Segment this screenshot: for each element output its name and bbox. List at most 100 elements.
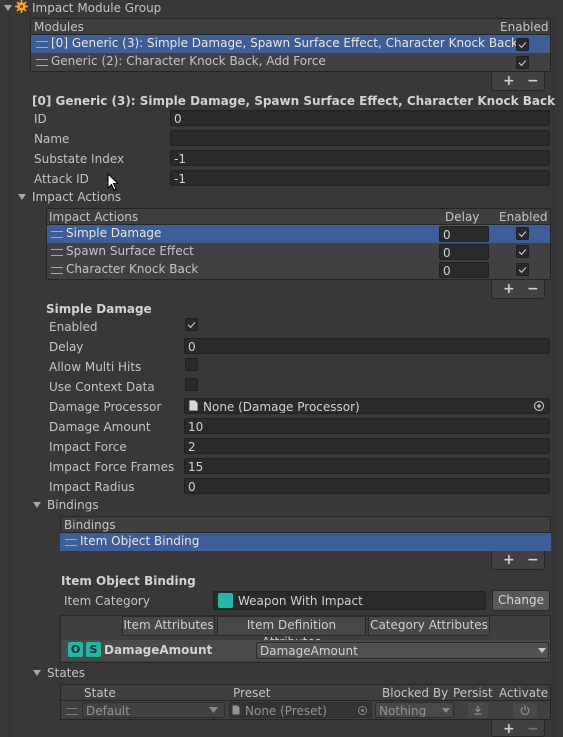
modules-header-label: Modules xyxy=(34,20,84,34)
state-name-field[interactable]: Default xyxy=(82,702,225,718)
drag-handle-icon[interactable] xyxy=(51,249,63,256)
object-picker-icon[interactable] xyxy=(533,400,545,412)
modules-row-selected[interactable]: [0] Generic (3): Simple Damage, Spawn Su… xyxy=(31,35,550,53)
name-field[interactable] xyxy=(170,130,550,146)
add-impact-action-button[interactable]: + xyxy=(503,282,515,296)
foldout-arrow-icon[interactable] xyxy=(4,5,12,11)
states-foldout-arrow-icon[interactable] xyxy=(33,670,41,676)
remove-impact-action-button[interactable]: − xyxy=(527,282,539,296)
item-category-value: Weapon With Impact xyxy=(238,594,363,608)
impact-action-delay-field[interactable]: 0 xyxy=(439,244,489,260)
state-row-default[interactable]: Default None (Preset) Nothing xyxy=(61,701,550,720)
remove-state-button[interactable]: − xyxy=(527,722,539,736)
category-color-icon xyxy=(218,593,233,608)
preset-field[interactable]: None (Preset) xyxy=(229,702,372,718)
file-icon xyxy=(232,705,240,715)
impact-force-field[interactable]: 2 xyxy=(184,438,550,454)
use-context-data-checkbox[interactable] xyxy=(185,378,198,391)
damage-processor-label: Damage Processor xyxy=(49,400,162,414)
name-label: Name xyxy=(34,132,70,146)
substate-index-label: Substate Index xyxy=(34,152,125,166)
drag-handle-icon xyxy=(66,708,78,715)
bindings-foldout[interactable]: Bindings xyxy=(47,497,99,513)
id-field[interactable]: 0 xyxy=(170,110,550,126)
id-label: ID xyxy=(34,112,47,126)
use-context-data-label: Use Context Data xyxy=(49,380,155,394)
impact-action-row[interactable]: Character Knock Back 0 xyxy=(47,261,550,279)
bindings-list-header: Bindings xyxy=(60,516,551,533)
impact-actions-list-header: Impact Actions Delay Enabled xyxy=(46,208,551,225)
tab-item-attributes[interactable]: Item Attributes xyxy=(122,616,215,636)
states-footer: + − xyxy=(491,720,545,737)
module-enabled-checkbox[interactable] xyxy=(516,56,529,69)
change-button[interactable]: Change xyxy=(492,590,550,611)
binding-row-selected[interactable]: Item Object Binding xyxy=(60,533,551,551)
drag-handle-icon[interactable] xyxy=(65,539,77,546)
drag-handle-icon[interactable] xyxy=(51,231,63,238)
attribute-row[interactable]: O S DamageAmount DamageAmount xyxy=(61,640,550,661)
state-column-header: State xyxy=(84,686,116,700)
impact-action-delay-field[interactable]: 0 xyxy=(439,262,489,278)
persist-column-header: Persist xyxy=(453,686,493,700)
modules-footer: + − xyxy=(491,72,545,91)
tab-item-definition-attributes[interactable]: Item Definition Attributes xyxy=(217,616,366,649)
override-badge: O xyxy=(68,642,83,657)
simple-damage-title: Simple Damage xyxy=(46,302,152,316)
preset-column-header: Preset xyxy=(233,686,271,700)
impact-force-frames-label: Impact Force Frames xyxy=(49,460,175,474)
remove-binding-button[interactable]: − xyxy=(527,553,539,567)
impact-radius-field[interactable]: 0 xyxy=(184,478,550,494)
allow-multi-hits-label: Allow Multi Hits xyxy=(49,360,142,374)
modules-list-header: Modules Enabled xyxy=(30,18,551,35)
impact-action-label: Simple Damage xyxy=(66,226,162,240)
impact-action-row[interactable]: Spawn Surface Effect 0 xyxy=(47,243,550,261)
item-object-binding-title: Item Object Binding xyxy=(61,574,196,588)
chevron-down-icon xyxy=(442,708,450,713)
preset-value: None (Preset) xyxy=(245,704,327,718)
module-enabled-checkbox[interactable] xyxy=(516,38,529,51)
add-module-button[interactable]: + xyxy=(503,74,515,88)
object-picker-icon[interactable] xyxy=(357,705,368,716)
impact-actions-foldout[interactable]: Impact Actions xyxy=(32,189,121,205)
impact-action-enabled-checkbox[interactable] xyxy=(516,263,529,276)
enabled-checkbox[interactable] xyxy=(185,318,198,331)
impact-action-row-selected[interactable]: Simple Damage 0 xyxy=(47,225,550,243)
add-state-button[interactable]: + xyxy=(503,722,515,736)
drag-handle-icon[interactable] xyxy=(51,267,63,274)
delay-label: Delay xyxy=(49,340,84,354)
tab-category-attributes[interactable]: Category Attributes xyxy=(368,616,490,636)
damage-amount-label: Damage Amount xyxy=(49,420,151,434)
module-label: Generic (2): Character Knock Back, Add F… xyxy=(51,54,326,68)
impact-force-frames-field[interactable]: 15 xyxy=(184,458,550,474)
states-list-header: State Preset Blocked By Persist Activate xyxy=(60,684,551,701)
add-binding-button[interactable]: + xyxy=(503,553,515,567)
substate-index-field[interactable]: -1 xyxy=(170,150,550,166)
drag-handle-icon[interactable] xyxy=(36,41,48,48)
states-foldout[interactable]: States xyxy=(47,665,85,681)
activate-button[interactable] xyxy=(513,703,537,718)
attribute-dropdown[interactable]: DamageAmount xyxy=(256,642,549,659)
impact-action-delay-field[interactable]: 0 xyxy=(439,226,489,242)
damage-amount-field[interactable]: 10 xyxy=(184,418,550,434)
drag-handle-icon[interactable] xyxy=(36,59,48,66)
modules-row[interactable]: Generic (2): Character Knock Back, Add F… xyxy=(31,53,550,71)
bindings-foldout-arrow-icon[interactable] xyxy=(33,502,41,508)
delay-field[interactable]: 0 xyxy=(184,338,550,354)
damage-processor-field[interactable]: None (Damage Processor) xyxy=(184,398,550,414)
indent-guide xyxy=(9,14,10,737)
indent-guide-right xyxy=(553,14,554,737)
persist-button[interactable] xyxy=(468,703,488,718)
attribute-name: DamageAmount xyxy=(104,643,213,657)
binding-label: Item Object Binding xyxy=(80,534,200,548)
attack-id-field[interactable]: -1 xyxy=(170,170,550,186)
allow-multi-hits-checkbox[interactable] xyxy=(185,358,198,371)
impact-actions-header-label: Impact Actions xyxy=(49,210,139,224)
group-title[interactable]: Impact Module Group xyxy=(32,0,161,16)
enabled-header: Enabled xyxy=(499,210,548,224)
remove-module-button[interactable]: − xyxy=(527,74,539,88)
impact-actions-foldout-arrow-icon[interactable] xyxy=(18,194,26,200)
file-icon xyxy=(189,400,198,411)
item-category-field[interactable]: Weapon With Impact xyxy=(213,591,486,610)
impact-action-enabled-checkbox[interactable] xyxy=(516,227,529,240)
impact-action-enabled-checkbox[interactable] xyxy=(516,245,529,258)
